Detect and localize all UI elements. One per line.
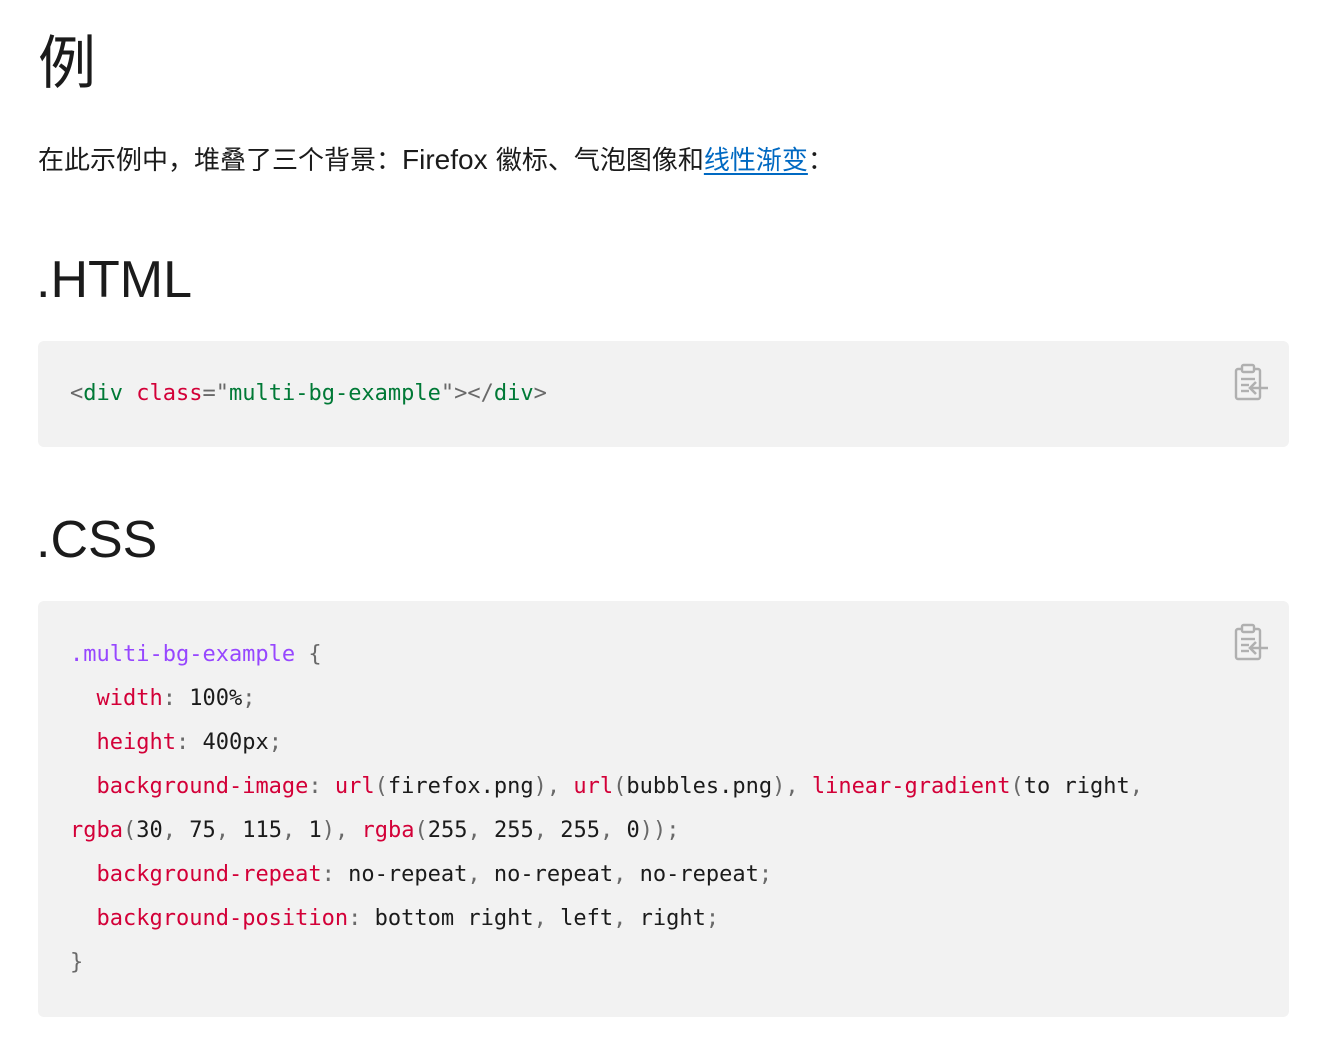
intro-paragraph: 在此示例中，堆叠了三个背景：Firefox 徽标、气泡图像和线性渐变： bbox=[38, 140, 834, 181]
code-value: firefox.png bbox=[387, 774, 534, 799]
code-value: 30 bbox=[136, 818, 163, 843]
css-code-block: .multi-bg-example { width: 100%; height:… bbox=[38, 601, 1289, 1017]
code-value: 255 bbox=[493, 818, 534, 843]
code-token: = bbox=[202, 381, 216, 406]
clipboard-copy-icon bbox=[1234, 623, 1268, 661]
code-token: " bbox=[215, 381, 229, 406]
code-value: 0 bbox=[626, 818, 640, 843]
code-value: no-repeat bbox=[493, 862, 614, 887]
code-function: rgba bbox=[361, 818, 415, 843]
code-function: url bbox=[334, 774, 375, 799]
code-token: { bbox=[308, 642, 322, 667]
intro-text-after: ： bbox=[807, 146, 834, 176]
code-value: 255 bbox=[427, 818, 468, 843]
code-selector: .multi-bg-example bbox=[70, 642, 296, 667]
code-attr: class bbox=[136, 381, 203, 406]
code-property: height bbox=[96, 730, 176, 755]
code-value: 115 bbox=[242, 818, 282, 843]
code-tag: div bbox=[83, 381, 123, 406]
code-function: rgba bbox=[70, 818, 123, 843]
code-value: no-repeat bbox=[348, 862, 468, 887]
html-code: <div class="multi-bg-example"></div> bbox=[70, 372, 547, 416]
code-value: right bbox=[639, 906, 706, 931]
code-token: < bbox=[70, 381, 84, 406]
html-code-block: <div class="multi-bg-example"></div> bbox=[38, 341, 1289, 447]
page-title: 例 bbox=[38, 29, 97, 97]
code-property: background-image bbox=[96, 774, 309, 799]
code-property: background-position bbox=[96, 906, 349, 931]
intro-text-middle: 徽标、气泡图像和 bbox=[487, 146, 704, 176]
code-token: ></ bbox=[454, 381, 494, 406]
code-property: width bbox=[96, 686, 163, 711]
code-value: left bbox=[560, 906, 614, 931]
code-value: no-repeat bbox=[639, 862, 759, 887]
copy-html-button[interactable] bbox=[1233, 363, 1271, 403]
code-function: linear-gradient bbox=[811, 774, 1011, 799]
code-token: > bbox=[533, 381, 547, 406]
code-value: 400px bbox=[202, 730, 269, 755]
css-section-heading: .CSS bbox=[36, 511, 158, 569]
code-value: bottom right bbox=[374, 906, 534, 931]
code-tag: div bbox=[493, 381, 534, 406]
intro-text-firefox: Firefox bbox=[402, 144, 488, 175]
code-value: 75 bbox=[189, 818, 216, 843]
intro-text-before: 在此示例中，堆叠了三个背景： bbox=[38, 146, 403, 176]
clipboard-copy-icon bbox=[1234, 363, 1268, 401]
code-property: background-repeat bbox=[96, 862, 322, 887]
code-value: to right bbox=[1023, 774, 1130, 799]
html-section-heading: .HTML bbox=[36, 251, 192, 309]
code-function: url bbox=[573, 774, 614, 799]
code-token: " bbox=[440, 381, 455, 406]
code-value: 1 bbox=[308, 818, 322, 843]
css-code: .multi-bg-example { width: 100%; height:… bbox=[70, 642, 1143, 975]
code-value: bubbles.png bbox=[626, 774, 773, 799]
copy-css-button[interactable] bbox=[1233, 623, 1271, 663]
code-string: multi-bg-example bbox=[228, 381, 441, 406]
code-token: } bbox=[70, 950, 84, 975]
code-value: 255 bbox=[560, 818, 600, 843]
code-value: 100% bbox=[189, 686, 243, 711]
linear-gradient-link[interactable]: 线性渐变 bbox=[704, 146, 808, 176]
